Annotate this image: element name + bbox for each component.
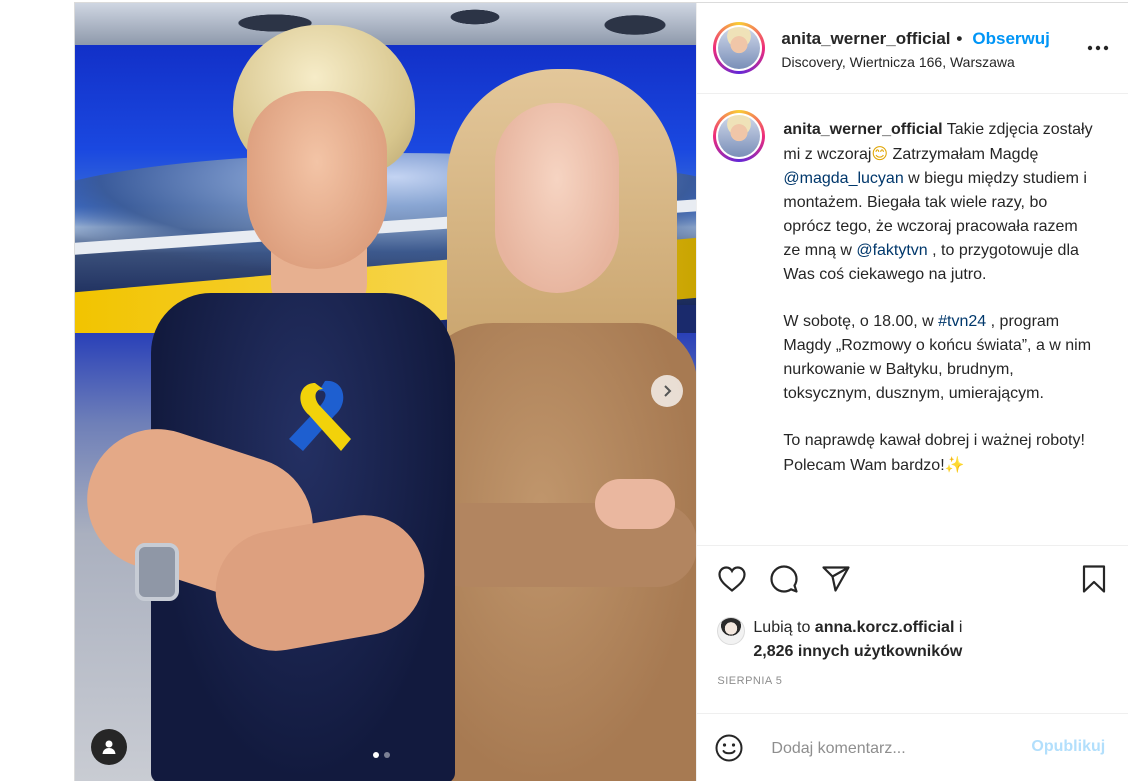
comment-button[interactable] — [767, 562, 801, 596]
mention-link[interactable]: @magda_lucyan — [783, 170, 903, 187]
caption-paragraph: anita_werner_official Takie zdjęcia zost… — [783, 118, 1093, 287]
bookmark-icon — [1083, 565, 1106, 593]
like-button[interactable] — [715, 562, 749, 596]
caption-paragraph: To naprawdę kawał dobrej i ważnej roboty… — [783, 429, 1093, 478]
caption-author-avatar[interactable] — [713, 110, 766, 162]
header-separator: • — [956, 29, 963, 48]
person-left-face — [247, 91, 387, 269]
carousel-indicator — [373, 752, 390, 758]
comment-bar: Opublikuj — [697, 713, 1128, 782]
save-button[interactable] — [1077, 562, 1111, 596]
caption-text-segment: To naprawdę kawał dobrej i ważnej roboty… — [783, 432, 1085, 474]
liker-username[interactable]: anna.korcz.official — [815, 619, 955, 636]
likes-count-link[interactable]: 2,826 innych użytkowników — [753, 643, 962, 661]
author-username[interactable]: anita_werner_official — [781, 29, 950, 49]
ukraine-ribbon-pin — [289, 380, 351, 451]
liker-avatar[interactable] — [717, 617, 746, 645]
caption-text-segment: W sobotę, o 18.00, w — [783, 313, 939, 330]
send-icon — [822, 566, 851, 592]
publish-button[interactable]: Opublikuj — [1031, 738, 1105, 756]
likes-joiner: i — [954, 619, 963, 636]
share-button[interactable] — [819, 562, 853, 596]
user-tag-icon — [102, 740, 116, 754]
smiley-icon — [715, 734, 743, 762]
studio-ceiling-map — [75, 3, 697, 45]
wristwatch — [135, 543, 179, 601]
emoji-glyph: 😊 — [871, 144, 889, 163]
person-right-face — [495, 103, 619, 293]
post-header: anita_werner_official • Obserwuj Discove… — [697, 3, 1128, 94]
post-date[interactable]: SIERPNIA 5 — [717, 675, 782, 687]
caption-text: anita_werner_official Takie zdjęcia zost… — [783, 118, 1093, 501]
post-actions — [697, 545, 1128, 616]
comment-input[interactable] — [769, 736, 1014, 762]
author-avatar[interactable] — [713, 22, 766, 74]
emoji-glyph: ✨ — [944, 455, 965, 474]
caption-paragraph: W sobotę, o 18.00, w #tvn24 , program Ma… — [783, 310, 1093, 406]
chevron-right-icon — [664, 385, 672, 397]
likes-prefix: Lubią to — [753, 619, 815, 636]
caption-text-segment: Zatrzymałam Magdę — [888, 146, 1039, 163]
emoji-picker-button[interactable] — [713, 732, 745, 764]
post-side-panel: anita_werner_official • Obserwuj Discove… — [696, 3, 1128, 781]
mention-link[interactable]: @faktytvn — [856, 242, 927, 259]
tagged-users-button[interactable] — [91, 729, 127, 765]
caption-username[interactable]: anita_werner_official — [783, 121, 942, 138]
carousel-next-button[interactable] — [651, 375, 683, 407]
more-options-button[interactable] — [1083, 33, 1113, 63]
comment-icon — [770, 565, 799, 593]
more-horizontal-icon — [1088, 45, 1109, 51]
location-link[interactable]: Discovery, Wiertnicza 166, Warszawa — [781, 54, 1014, 70]
heart-icon — [718, 566, 747, 592]
post-photo[interactable] — [75, 3, 697, 781]
carousel-dot — [384, 752, 390, 758]
follow-button[interactable]: Obserwuj — [972, 29, 1049, 49]
hashtag-link[interactable]: #tvn24 — [938, 313, 986, 330]
instagram-post: anita_werner_official • Obserwuj Discove… — [74, 2, 1128, 781]
post-caption: anita_werner_official Takie zdjęcia zost… — [697, 94, 1128, 544]
carousel-dot-active — [373, 752, 379, 758]
